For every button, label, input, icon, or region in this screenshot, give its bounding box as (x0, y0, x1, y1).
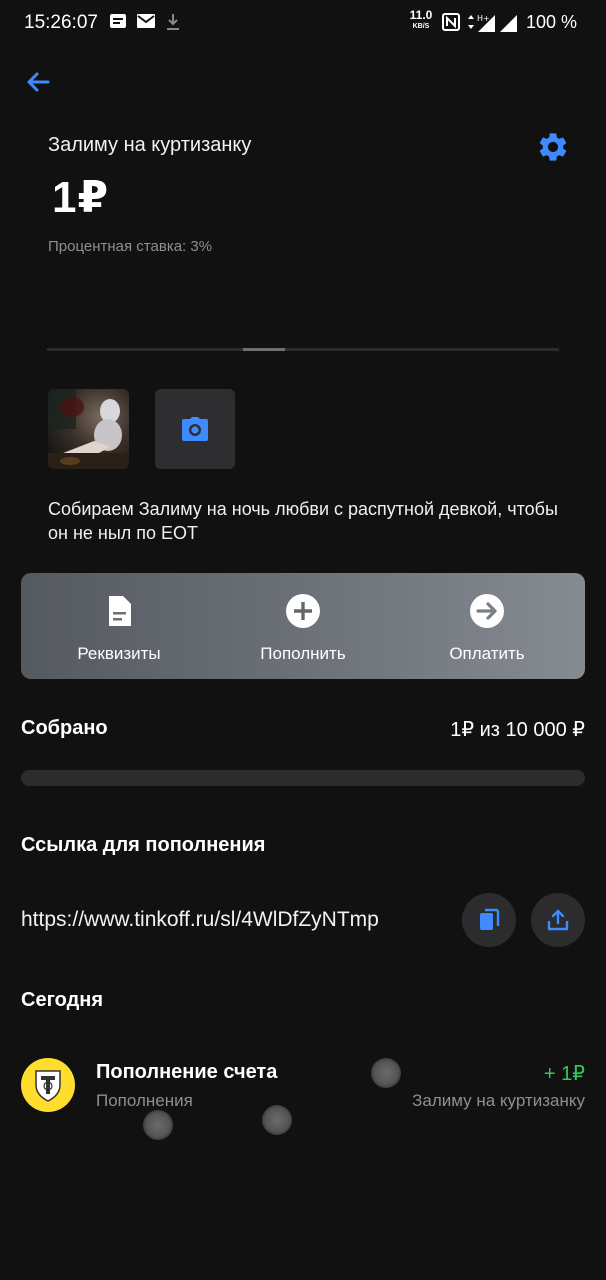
page-indicator-active (243, 348, 285, 351)
status-time: 15:26:07 (24, 12, 98, 33)
share-icon (547, 909, 569, 931)
operation-amount: + 1₽ (543, 1063, 585, 1085)
interest-rate: Процентная ставка: 3% (48, 238, 213, 255)
message-icon (110, 14, 126, 28)
signal-icon (500, 15, 517, 32)
requisites-label: Реквизиты (77, 644, 161, 663)
collected-progress-bar (21, 770, 585, 786)
network-speed: 11.0 KB/S (409, 8, 433, 30)
top-up-button[interactable]: Пополнить (205, 573, 401, 679)
status-bar: 15:26:07 11.0 KB/S H+ 100 % (0, 0, 606, 46)
operation-row[interactable]: Пополнение счета Пополнения + 1₽ Залиму … (0, 1050, 606, 1130)
tinkoff-emblem (35, 1070, 61, 1102)
touch-indicator (143, 1110, 173, 1140)
nfc-icon (442, 13, 460, 31)
collected-value: 1₽ из 10 000 ₽ (450, 719, 585, 741)
pay-label: Оплатить (449, 644, 525, 663)
account-name: Залиму на куртизанку (48, 134, 252, 156)
history-section-title: Сегодня (21, 989, 104, 1011)
page-indicator-track (47, 348, 559, 351)
account-balance: 1₽ (52, 173, 110, 222)
operation-title: Пополнение счета (96, 1061, 278, 1083)
plus-circle-icon (286, 594, 320, 628)
copy-icon (480, 908, 500, 930)
photo-thumbnail[interactable] (48, 389, 129, 469)
document-icon (109, 596, 131, 626)
touch-indicator (262, 1105, 292, 1135)
operation-account: Залиму на куртизанку (412, 1091, 585, 1110)
collected-label: Собрано (21, 717, 108, 739)
actions-panel: Реквизиты Пополнить Оплатить (21, 573, 585, 679)
mail-icon (137, 14, 155, 28)
topup-link-title: Ссылка для пополнения (21, 834, 266, 856)
app-screen: 15:26:07 11.0 KB/S H+ 100 % Залиму на ку… (0, 0, 606, 1280)
pay-button[interactable]: Оплатить (389, 573, 585, 679)
photo-image (48, 389, 129, 469)
camera-icon (182, 417, 208, 441)
requisites-button[interactable]: Реквизиты (21, 573, 217, 679)
share-link-button[interactable] (531, 893, 585, 947)
data-arrows-icon (468, 15, 474, 29)
battery-level: 100 % (526, 12, 578, 32)
back-arrow-icon[interactable] (22, 66, 54, 98)
operation-category: Пополнения (96, 1091, 193, 1110)
copy-link-button[interactable] (462, 893, 516, 947)
download-icon (167, 14, 179, 30)
tinkoff-logo-icon (21, 1058, 75, 1112)
goal-description: Собираем Залиму на ночь любви с распутно… (48, 499, 558, 543)
svg-text:H+: H+ (477, 14, 490, 23)
arrow-right-circle-icon (470, 594, 504, 628)
top-up-label: Пополнить (260, 644, 346, 663)
signal-h-plus-icon: H+ (477, 14, 495, 32)
touch-indicator (371, 1058, 401, 1088)
gear-icon[interactable] (536, 130, 570, 164)
topup-link-url[interactable]: https://www.tinkoff.ru/sl/4WlDfZyNTmp (21, 908, 379, 932)
add-photo-button[interactable] (155, 389, 235, 469)
